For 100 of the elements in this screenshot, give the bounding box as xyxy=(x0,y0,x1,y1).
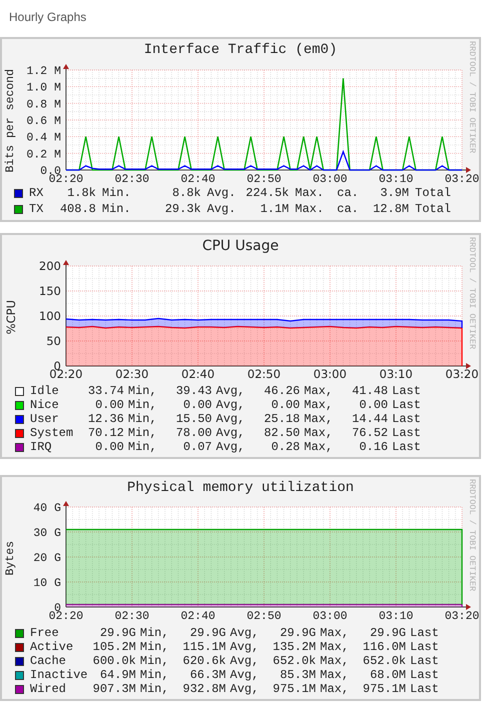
legend-value: 116.0M xyxy=(362,639,406,655)
legend-value: 25.18 xyxy=(262,411,300,428)
legend-unit: Min, xyxy=(128,383,158,399)
y-tick-label: 50 xyxy=(46,334,61,348)
x-tick-label: 02:50 xyxy=(246,173,282,184)
legend-label: User xyxy=(30,411,60,428)
legend-value: 620.6k xyxy=(182,653,226,670)
legend-unit: Max, xyxy=(320,625,350,642)
y-axis-label: %CPU xyxy=(4,300,18,334)
legend-unit: Last xyxy=(392,411,422,428)
legend-unit: Last xyxy=(410,653,440,670)
y-tick-label: 20 G xyxy=(33,552,61,565)
y-axis-label: Bits per second xyxy=(4,69,18,173)
legend-value: 85.3M xyxy=(278,667,316,684)
legend-value: 0.16 xyxy=(358,439,388,456)
legend-label: Idle xyxy=(30,383,60,399)
credit-text: RRDTOOL / TOBI OETIKER xyxy=(467,237,477,350)
x-tick-label: 03:00 xyxy=(312,610,348,621)
legend-value: 0.28 xyxy=(270,439,300,456)
legend-unit: Max, xyxy=(304,425,334,442)
legend-unit: Max. xyxy=(295,185,325,202)
y-tick-label: 1.0 M xyxy=(26,82,61,95)
x-tick-label: 02:50 xyxy=(246,610,282,621)
x-tick-label: 03:20 xyxy=(445,367,478,380)
legend-unit: Last xyxy=(392,439,422,456)
legend-unit: Avg, xyxy=(230,639,260,656)
y-tick-label: 40 G xyxy=(33,502,61,515)
legend-value: 29.9G xyxy=(368,625,406,642)
legend-unit: Max, xyxy=(320,639,350,656)
legend-value: 12.36 xyxy=(86,411,124,428)
legend-value: 64.9M xyxy=(98,667,136,684)
legend-value: 29.9G xyxy=(278,625,316,642)
x-tick-label: 02:40 xyxy=(181,367,214,380)
legend-label: Inactive xyxy=(30,667,89,683)
legend-unit: Avg, xyxy=(230,625,260,642)
legend-value: 0.07 xyxy=(182,439,212,456)
y-tick-label: 0.4 M xyxy=(26,132,61,145)
legend-unit: Min. xyxy=(102,185,132,202)
legend-label: System xyxy=(30,425,74,442)
legend-unit: Max, xyxy=(320,653,350,670)
legend-value: 135.2M xyxy=(272,639,316,655)
legend-unit: Avg, xyxy=(230,681,260,698)
legend-value: 29.9G xyxy=(188,625,226,642)
legend-unit: Last xyxy=(392,397,422,414)
legend-unit: Avg, xyxy=(216,383,246,400)
y-tick-label: 150 xyxy=(38,284,61,298)
legend-value: 932.8M xyxy=(182,681,226,698)
legend-label: Cache xyxy=(30,653,68,669)
legend-unit: Max, xyxy=(320,681,350,698)
x-tick-label: 02:30 xyxy=(114,173,150,184)
x-tick-label: 02:30 xyxy=(115,367,148,380)
legend-label: Free xyxy=(30,625,60,641)
legend-value: 652.0k xyxy=(362,653,406,670)
legend-value: 0.00 xyxy=(94,439,124,456)
legend-unit: Max, xyxy=(304,411,334,428)
legend-unit: Avg, xyxy=(216,425,246,442)
legend-value: 0.00 xyxy=(182,397,212,414)
legend-value: 105.2M xyxy=(92,639,136,655)
legend-value: 408.8 xyxy=(58,201,96,218)
legend-unit: Min, xyxy=(140,667,170,683)
legend-value: 29.9G xyxy=(98,625,136,642)
y-tick-label: 30 G xyxy=(33,527,61,540)
legend-value: 76.52 xyxy=(350,425,388,442)
x-tick-label: 03:10 xyxy=(379,367,412,380)
legend-value: 29.3k xyxy=(164,201,201,218)
legend-value: 66.3M xyxy=(188,667,226,684)
legend-value: 70.12 xyxy=(86,425,124,442)
legend-unit: Min, xyxy=(128,425,158,441)
y-tick-label: 0.2 M xyxy=(26,148,61,162)
legend-unit: Max, xyxy=(320,667,350,684)
legend-value: 82.50 xyxy=(262,425,300,442)
legend-value: 652.0k xyxy=(272,653,316,670)
legend-value: 39.43 xyxy=(174,383,212,400)
legend-value: 1.1M xyxy=(259,201,289,218)
legend-unit: Avg, xyxy=(216,439,246,456)
x-tick-label: 02:40 xyxy=(180,173,216,184)
page-title: Hourly Graphs xyxy=(8,9,88,24)
legend-unit: Min, xyxy=(140,625,170,641)
legend-value: 15.50 xyxy=(174,411,212,428)
legend-prefix: ca. xyxy=(337,185,359,202)
legend-unit: Last xyxy=(392,383,422,400)
legend-unit: Min, xyxy=(128,397,158,413)
legend-value: 1.8k xyxy=(66,185,96,202)
legend-unit: Max. xyxy=(295,201,325,218)
x-tick-label: 02:50 xyxy=(247,367,280,380)
y-tick-label: 1.2 M xyxy=(26,65,61,78)
legend-label: Active xyxy=(30,639,74,655)
legend-unit: Min, xyxy=(140,653,170,669)
legend-unit: Last xyxy=(410,639,440,656)
legend-unit: Last xyxy=(410,625,440,642)
legend-label: Wired xyxy=(30,681,68,698)
x-tick-label: 02:40 xyxy=(180,610,216,621)
y-tick-label: 0.6 M xyxy=(26,115,61,128)
legend-unit: Last xyxy=(410,667,440,684)
legend-value: 0.00 xyxy=(358,397,388,414)
legend-unit: Avg, xyxy=(216,397,246,414)
legend-value: 46.26 xyxy=(262,383,300,400)
legend-unit: Last xyxy=(410,681,440,698)
credit-text: RRDTOOL / TOBI OETIKER xyxy=(467,479,477,592)
legend-label: Nice xyxy=(30,397,60,414)
